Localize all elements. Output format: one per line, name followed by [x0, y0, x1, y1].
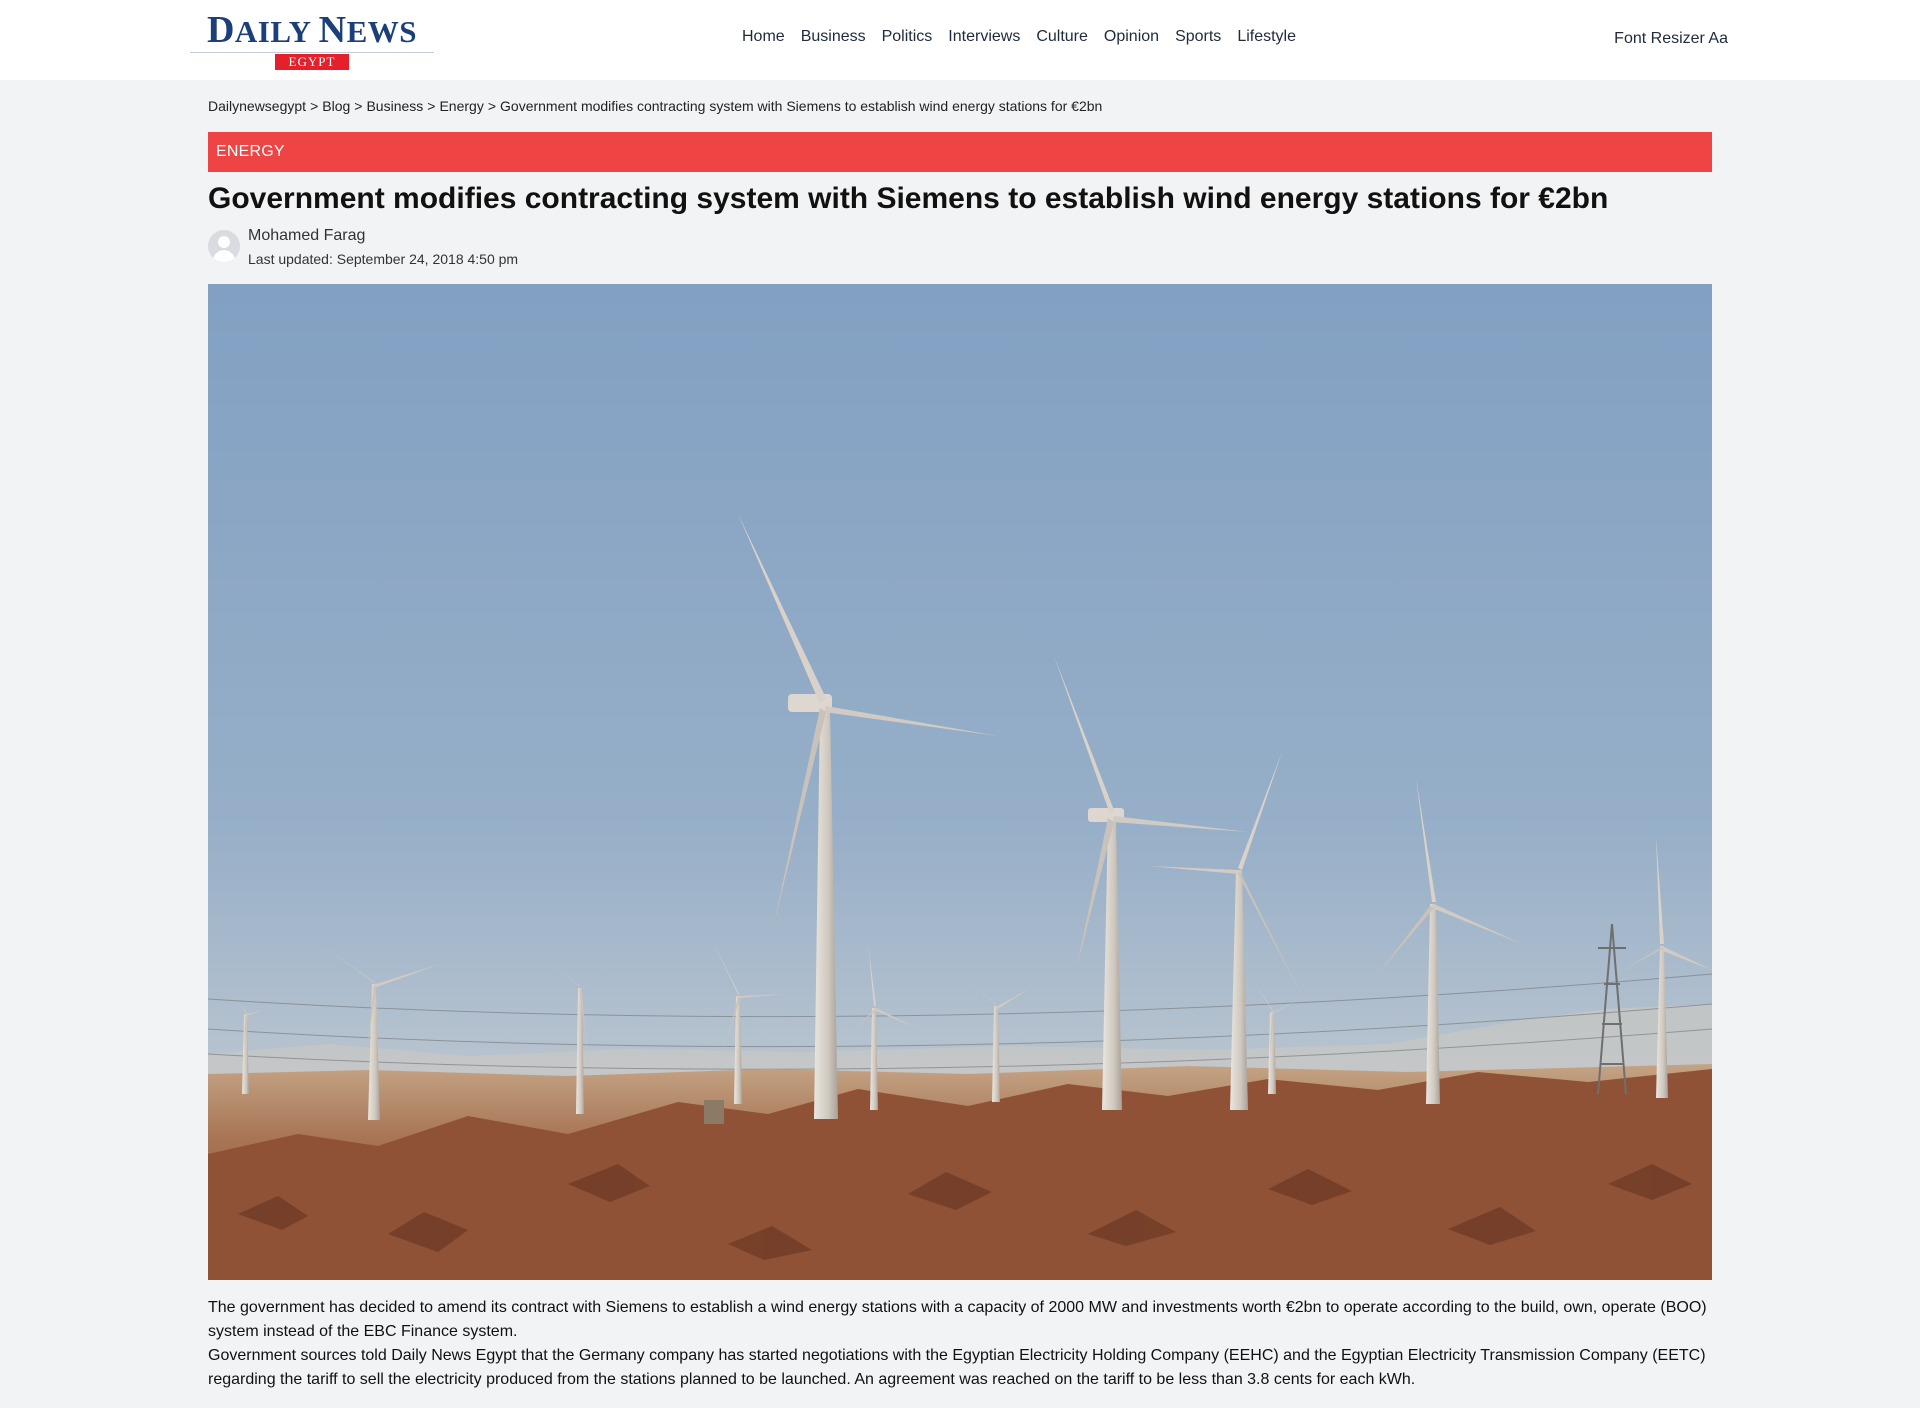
nav-item-business[interactable]: Business: [801, 28, 866, 52]
nav-item-culture[interactable]: Culture: [1036, 28, 1088, 52]
breadcrumb: Dailynewsegypt > Blog > Business > Energy > Gove…: [208, 98, 1102, 114]
last-updated: Last updated: September 24, 2018 4:50 pm: [248, 251, 519, 267]
article-body: The government has decided to amend its …: [208, 1296, 1712, 1392]
breadcrumb-item-home[interactable]: Dailynewsegypt: [208, 98, 306, 114]
hero-image: [208, 284, 1712, 1280]
article-title: Government modifies contracting system w…: [208, 182, 1609, 215]
avatar-head-shape: [218, 236, 230, 248]
breadcrumb-separator: >: [310, 98, 319, 114]
site-header: DAILY NEWS EGYPT Home Business Politics …: [0, 0, 1920, 80]
category-label: ENERGY: [216, 143, 285, 160]
breadcrumb-current: Government modifies contracting system w…: [500, 98, 1103, 114]
main-nav: Home Business Politics Interviews Cultur…: [742, 28, 1296, 52]
author-name[interactable]: Mohamed Farag: [248, 227, 365, 245]
nav-item-interviews[interactable]: Interviews: [948, 28, 1020, 52]
nav-item-sports[interactable]: Sports: [1175, 28, 1221, 52]
logo-subtitle: EGYPT: [274, 54, 350, 70]
nav-item-home[interactable]: Home: [742, 28, 785, 52]
wind-turbines-desert-photo: [208, 284, 1712, 1280]
nav-item-lifestyle[interactable]: Lifestyle: [1237, 28, 1296, 52]
breadcrumb-separator: >: [487, 98, 497, 114]
avatar[interactable]: [208, 230, 240, 262]
article-paragraph: The government has decided to amend its …: [208, 1299, 1707, 1340]
logo-wordmark: DAILY NEWS: [206, 9, 418, 51]
shed-shape: [704, 1100, 724, 1124]
nav-item-politics[interactable]: Politics: [882, 28, 933, 52]
font-resizer-button[interactable]: Font Resizer Aa: [1614, 30, 1728, 48]
avatar-shoulders-shape: [213, 250, 235, 262]
site-logo[interactable]: DAILY NEWS EGYPT: [190, 9, 434, 70]
breadcrumb-item-business[interactable]: Business: [366, 98, 423, 114]
category-banner[interactable]: ENERGY: [208, 132, 1712, 172]
logo-divider: [190, 52, 434, 53]
breadcrumb-item-blog[interactable]: Blog: [322, 98, 350, 114]
breadcrumb-separator: >: [427, 98, 436, 114]
breadcrumb-item-energy[interactable]: Energy: [439, 98, 483, 114]
article-paragraph: Government sources told Daily News Egypt…: [208, 1347, 1706, 1388]
breadcrumb-separator: >: [354, 98, 363, 114]
nav-item-opinion[interactable]: Opinion: [1104, 28, 1159, 52]
